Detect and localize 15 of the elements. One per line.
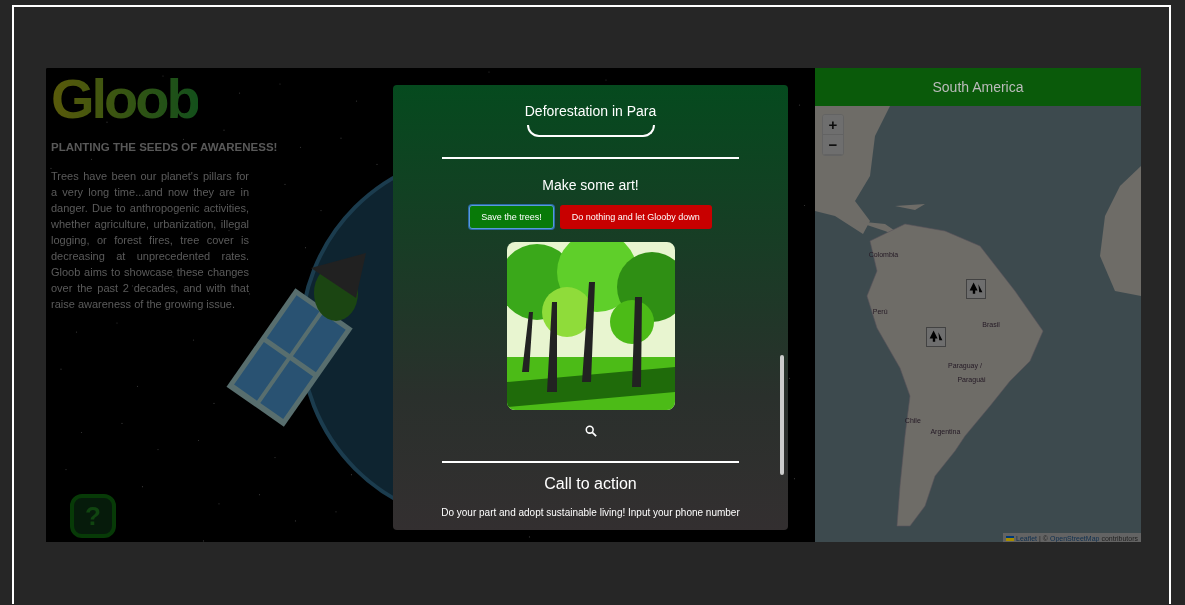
zoom-in-button[interactable]: + <box>823 115 843 135</box>
section-heading: Call to action <box>544 475 637 493</box>
zoom-out-button[interactable]: − <box>823 135 843 155</box>
modal-title: Deforestation in Para <box>524 103 657 119</box>
section-heading: Make some art! <box>542 177 639 193</box>
flag-icon <box>1006 536 1015 541</box>
call-to-action-text: Do your part and adopt sustainable living! Input your phone number <box>441 506 740 520</box>
tree-marker[interactable] <box>925 327 946 348</box>
search-icon[interactable] <box>584 425 597 437</box>
save-trees-button[interactable]: Save the trees! <box>469 205 554 229</box>
tree-marker[interactable] <box>966 279 987 300</box>
intro-paragraph: Trees have been our planet's pillars for a very long time...and now they are in danger. Due to anthropogenic activities, whether agriculture, urbanization, illegal logging, or forest fires, tree cover is decreasing at unprecedented rates. Gloob aims to showcase these changes over the past 2 decades, and with that raise awareness of the growing issue. <box>51 169 249 312</box>
map-title: South America <box>815 68 1141 106</box>
heading: PLANTING THE SEEDS OF AWARENESS! <box>51 140 278 154</box>
do-nothing-button[interactable]: Do nothing and let Glooby down <box>559 205 712 229</box>
